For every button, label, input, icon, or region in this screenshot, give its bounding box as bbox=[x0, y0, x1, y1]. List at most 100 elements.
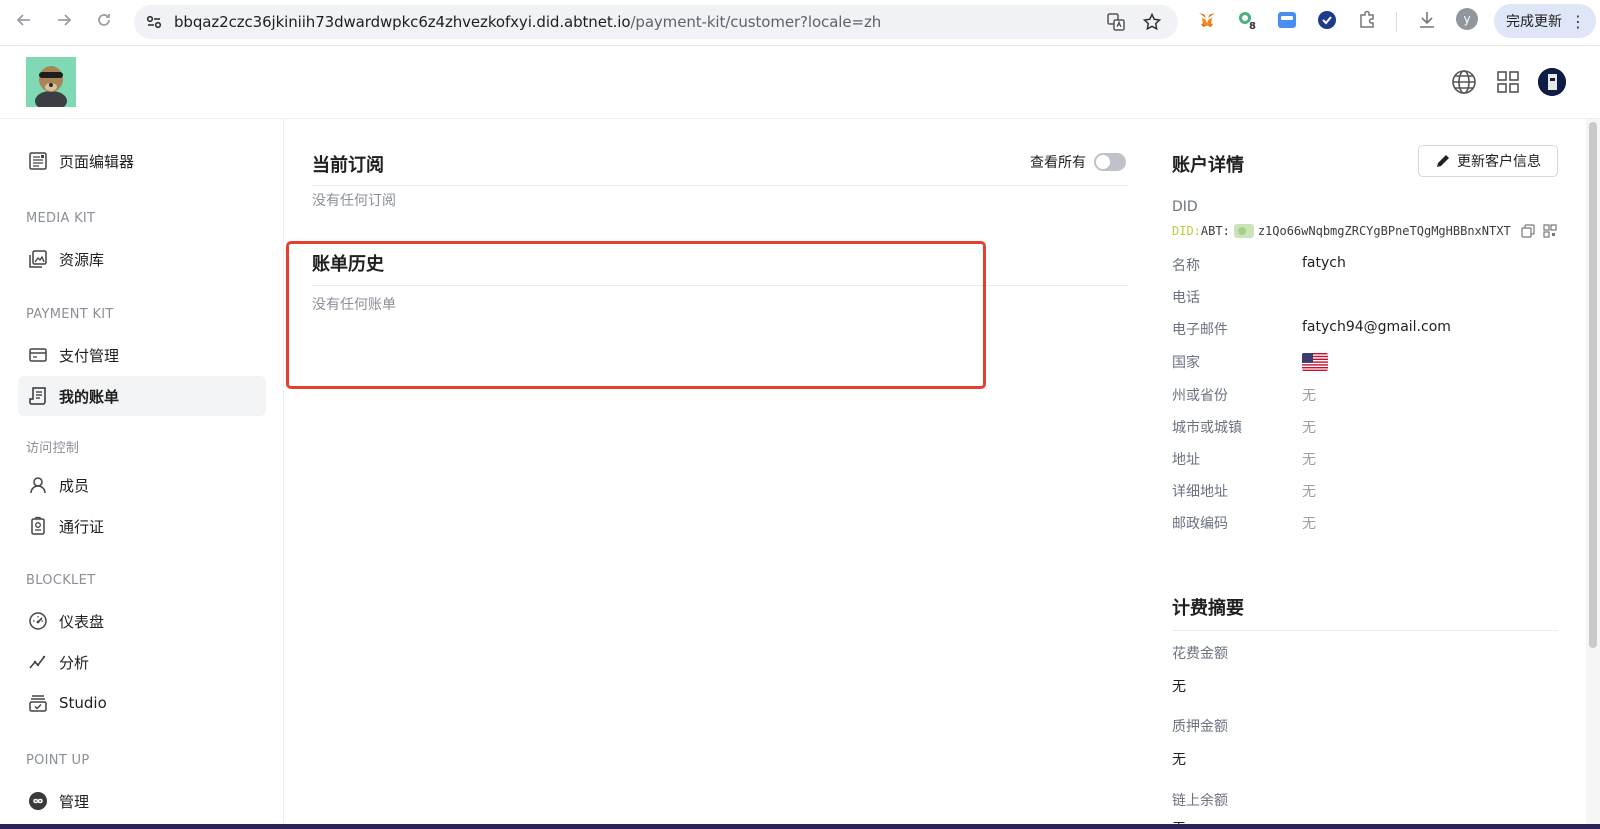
forward-icon[interactable] bbox=[52, 8, 76, 32]
update-label: 完成更新 bbox=[1506, 14, 1562, 30]
badge-icon bbox=[27, 515, 49, 537]
toolbar-separator bbox=[1396, 12, 1397, 32]
state-value: 无 bbox=[1302, 388, 1316, 404]
view-all-toggle-group[interactable]: 查看所有 bbox=[1030, 152, 1126, 172]
globe-icon[interactable] bbox=[1450, 68, 1478, 96]
copy-icon[interactable] bbox=[1521, 224, 1535, 238]
gauge-icon bbox=[27, 610, 49, 632]
sidebar-item-label: 分析 bbox=[59, 653, 90, 672]
switch-knob bbox=[1096, 155, 1110, 169]
extension-check-icon[interactable] bbox=[1316, 9, 1338, 31]
update-browser-button[interactable]: 完成更新 ⋮ bbox=[1494, 4, 1596, 38]
sidebar-item-label: 管理 bbox=[59, 792, 90, 811]
city-value: 无 bbox=[1302, 420, 1316, 436]
account-details-title: 账户详情 bbox=[1172, 155, 1244, 176]
scrollbar-thumb[interactable] bbox=[1589, 122, 1597, 648]
address2-label: 详细地址 bbox=[1172, 484, 1228, 500]
studio-check-icon bbox=[27, 692, 49, 714]
sidebar-item-label: 资源库 bbox=[59, 250, 105, 269]
document-icon bbox=[27, 150, 49, 172]
view-all-switch[interactable] bbox=[1094, 153, 1126, 171]
url-text: bbqaz2czc36jkiniih73dwardwpkc6z4zhvezkof… bbox=[174, 13, 882, 31]
apps-grid-icon[interactable] bbox=[1494, 68, 1522, 96]
user-icon bbox=[27, 474, 49, 496]
update-customer-button[interactable]: 更新客户信息 bbox=[1418, 145, 1558, 177]
sidebar-item-payment-management[interactable]: 支付管理 bbox=[18, 335, 266, 375]
sidebar-item-label: 仪表盘 bbox=[59, 612, 105, 631]
did-chain: ABT: bbox=[1200, 224, 1230, 238]
user-avatar[interactable] bbox=[1538, 68, 1566, 96]
section-payment-kit: PAYMENT KIT bbox=[26, 307, 114, 322]
bookmark-star-icon[interactable] bbox=[1142, 12, 1162, 32]
email-label: 电子邮件 bbox=[1172, 322, 1228, 338]
extension-window-icon[interactable] bbox=[1276, 9, 1298, 31]
spent-value: 无 bbox=[1172, 679, 1186, 695]
receipt-icon bbox=[27, 385, 49, 407]
back-icon[interactable] bbox=[12, 8, 36, 32]
sidebar-item-my-bills[interactable]: 我的账单 bbox=[18, 376, 266, 416]
sidebar-item-dashboard[interactable]: 仪表盘 bbox=[18, 601, 266, 641]
section-access-control: 访问控制 bbox=[26, 441, 80, 456]
address-label: 地址 bbox=[1172, 452, 1200, 468]
highlight-annotation bbox=[286, 241, 986, 389]
state-label: 州或省份 bbox=[1172, 388, 1228, 404]
translate-icon[interactable] bbox=[1106, 12, 1126, 32]
spent-label: 花费金额 bbox=[1172, 646, 1228, 662]
sidebar-item-studio[interactable]: Studio bbox=[18, 683, 266, 723]
sidebar-item-manage[interactable]: 管理 bbox=[18, 781, 266, 821]
phone-label: 电话 bbox=[1172, 290, 1200, 306]
taskbar-strip bbox=[0, 824, 1600, 829]
did-value-row: DID: ABT: z1Qo66wNqbmgZRCYgBPneTQgMgHBBn… bbox=[1172, 224, 1557, 238]
sidebar-item-analytics[interactable]: 分析 bbox=[18, 642, 266, 682]
app-header bbox=[0, 46, 1600, 119]
did-prefix: DID: bbox=[1172, 224, 1201, 238]
extension-badge: 8 bbox=[1247, 21, 1258, 32]
subscriptions-title: 当前订阅 bbox=[312, 155, 384, 176]
more-menu-icon: ⋮ bbox=[1570, 12, 1586, 31]
did-label: DID bbox=[1172, 199, 1198, 215]
download-icon[interactable] bbox=[1416, 9, 1438, 31]
sidebar-item-label: 页面编辑器 bbox=[59, 152, 135, 171]
sidebar-item-assets[interactable]: 资源库 bbox=[18, 239, 266, 279]
sidebar-item-label: 通行证 bbox=[59, 517, 105, 536]
address2-value: 无 bbox=[1302, 484, 1316, 500]
did-avatar-icon bbox=[1233, 224, 1254, 238]
address-value: 无 bbox=[1302, 452, 1316, 468]
postal-value: 无 bbox=[1302, 516, 1316, 532]
sidebar-item-label: Studio bbox=[59, 694, 107, 712]
address-bar[interactable]: bbqaz2czc36jkiniih73dwardwpkc6z4zhvezkof… bbox=[134, 5, 1178, 39]
sidebar-item-label: 成员 bbox=[59, 476, 90, 495]
metamask-fox-icon[interactable] bbox=[1196, 9, 1218, 31]
trend-chart-icon bbox=[27, 651, 49, 673]
name-value: fatych bbox=[1302, 255, 1346, 271]
browser-toolbar: bbqaz2czc36jkiniih73dwardwpkc6z4zhvezkof… bbox=[0, 0, 1600, 46]
did-address: z1Qo66wNqbmgZRCYgBPneTQgMgHBBnxNTXT bbox=[1257, 224, 1511, 238]
section-media-kit: MEDIA KIT bbox=[26, 211, 96, 226]
subscriptions-empty: 没有任何订阅 bbox=[312, 193, 396, 209]
subscriptions-divider bbox=[312, 185, 1128, 186]
profile-avatar[interactable]: y bbox=[1456, 8, 1478, 30]
sidebar-item-passport[interactable]: 通行证 bbox=[18, 506, 266, 546]
pencil-icon bbox=[1437, 155, 1449, 167]
sidebar-item-label: 支付管理 bbox=[59, 346, 120, 365]
section-blocklet: BLOCKLET bbox=[26, 573, 96, 588]
us-flag-icon bbox=[1302, 353, 1328, 371]
section-point-up: POINT UP bbox=[26, 753, 90, 768]
sidebar: 页面编辑器 MEDIA KIT 资源库 PAYMENT KIT 支付管理 我的账… bbox=[0, 119, 284, 829]
update-customer-label: 更新客户信息 bbox=[1457, 154, 1541, 170]
extensions-puzzle-icon[interactable] bbox=[1356, 9, 1378, 31]
app-logo[interactable] bbox=[26, 57, 76, 107]
onchain-label: 链上余额 bbox=[1172, 793, 1228, 809]
name-label: 名称 bbox=[1172, 258, 1200, 274]
image-gallery-icon bbox=[27, 248, 49, 270]
reload-icon[interactable] bbox=[92, 8, 116, 32]
site-settings-icon[interactable] bbox=[144, 12, 164, 32]
country-label: 国家 bbox=[1172, 355, 1200, 371]
sidebar-item-page-editor[interactable]: 页面编辑器 bbox=[18, 141, 266, 181]
qrcode-icon[interactable] bbox=[1543, 224, 1557, 238]
email-value: fatych94@gmail.com bbox=[1302, 319, 1451, 335]
sidebar-item-members[interactable]: 成员 bbox=[18, 465, 266, 505]
postal-label: 邮政编码 bbox=[1172, 516, 1228, 532]
credit-card-icon bbox=[27, 344, 49, 366]
infinity-icon bbox=[27, 790, 49, 812]
